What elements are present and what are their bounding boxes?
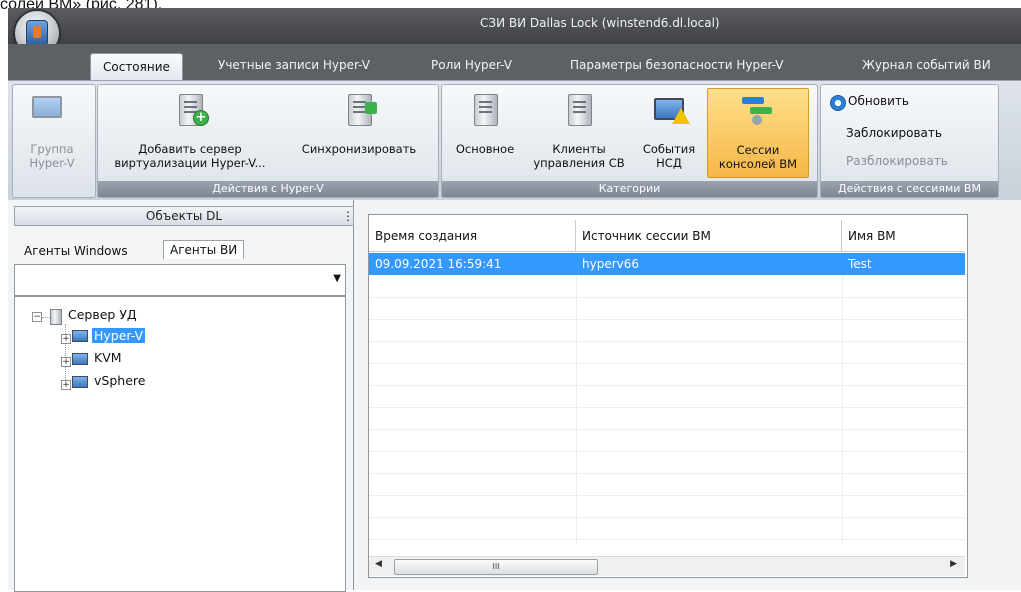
column-header-source[interactable]: Источник сессии ВМ	[576, 220, 842, 252]
empty-row	[369, 275, 965, 298]
category-sessions-button[interactable]: Сессии консолей ВМ	[707, 88, 809, 178]
dallas-lock-logo-icon	[26, 20, 48, 46]
expand-icon[interactable]: +	[61, 334, 71, 344]
empty-row	[369, 451, 965, 474]
column-header-time[interactable]: Время создания	[369, 220, 576, 252]
refresh-icon	[830, 95, 846, 111]
empty-row	[369, 517, 965, 540]
empty-row	[369, 473, 965, 496]
server-icon	[50, 309, 62, 325]
scroll-right-icon[interactable]: ▶	[950, 559, 957, 569]
group-hyperv-label-1: Группа	[30, 142, 74, 156]
vm-group-icon	[72, 353, 88, 365]
chevron-down-icon[interactable]: ▼	[333, 273, 341, 284]
category-sessions-label-2: консолей ВМ	[718, 157, 798, 171]
column-header-vm-name[interactable]: Имя ВМ	[842, 220, 965, 252]
group-hyperv-label-2: Hyper-V	[29, 156, 75, 170]
subtab-vi-agents[interactable]: Агенты ВИ	[163, 240, 245, 259]
group-label-hyperv-actions: Действия с Hyper-V	[98, 181, 438, 197]
refresh-button[interactable]: Обновить	[830, 94, 990, 114]
lock-button[interactable]: Заблокировать	[846, 126, 942, 140]
collapse-icon[interactable]: −	[32, 312, 42, 322]
group-hyperv-button[interactable]: Группа Hyper-V	[16, 88, 88, 176]
filter-combobox[interactable]: ▼	[14, 264, 346, 296]
monitor-group-icon	[32, 96, 62, 118]
cell-vm-name: Test	[848, 257, 872, 271]
scroll-thumb[interactable]: III	[394, 559, 598, 575]
tab-hyperv-roles[interactable]: Роли Hyper-V	[431, 58, 512, 72]
empty-row	[369, 385, 965, 408]
tab-hyperv-accounts[interactable]: Учетные записи Hyper-V	[218, 58, 370, 72]
expand-icon[interactable]: +	[61, 357, 71, 367]
tab-event-log[interactable]: Журнал событий ВИ	[862, 58, 991, 72]
sync-label: Синхронизировать	[301, 142, 417, 156]
add-server-label-2: виртуализации Hyper-V...	[114, 156, 266, 170]
vm-group-icon	[72, 376, 88, 388]
scroll-left-icon[interactable]: ◀	[375, 559, 382, 569]
category-events-label-2: НСД	[656, 156, 682, 170]
category-clients-label-1: Клиенты	[552, 142, 606, 156]
tree-item-server[interactable]: Сервер УД	[68, 307, 137, 322]
unlock-button[interactable]: Разблокировать	[846, 154, 948, 168]
server-gear-icon	[474, 94, 498, 126]
empty-row	[369, 297, 965, 320]
cell-source: hyperv66	[582, 257, 640, 271]
horizontal-scrollbar[interactable]: ◀ III ▶	[369, 556, 965, 576]
sync-button[interactable]: Синхронизировать	[285, 88, 433, 176]
expand-icon[interactable]: +	[61, 380, 71, 390]
plus-badge-icon: +	[193, 110, 209, 126]
tab-state[interactable]: Состояние	[90, 53, 183, 81]
server-client-icon	[568, 94, 592, 126]
empty-row	[369, 341, 965, 364]
panel-header: Объекты DL	[14, 206, 354, 226]
category-events-button[interactable]: События НСД	[634, 88, 704, 176]
tree-connector	[42, 317, 50, 318]
empty-row	[369, 319, 965, 342]
tree-item-vsphere[interactable]: vSphere	[94, 373, 145, 388]
category-clients-label-2: управления СВ	[533, 156, 625, 170]
cell-time: 09.09.2021 16:59:41	[375, 257, 502, 271]
group-label-categories: Категории	[442, 181, 817, 197]
subtab-windows-agents[interactable]: Агенты Windows	[24, 244, 128, 258]
add-server-button[interactable]: + Добавить сервер виртуализации Hyper-V.…	[100, 88, 280, 176]
tree-item-kvm[interactable]: KVM	[94, 350, 122, 365]
empty-row	[369, 363, 965, 386]
tree-item-hyperv[interactable]: Hyper-V	[92, 328, 146, 343]
category-clients-button[interactable]: Клиенты управления СВ	[527, 88, 631, 176]
empty-row	[369, 407, 965, 430]
category-sessions-label-1: Сессии	[736, 143, 780, 157]
sessions-icon	[740, 95, 774, 127]
tab-hyperv-security[interactable]: Параметры безопасности Hyper-V	[570, 58, 784, 72]
category-events-label-1: События	[642, 142, 696, 156]
warning-icon	[672, 108, 690, 124]
empty-row	[369, 429, 965, 452]
vm-group-icon	[72, 330, 88, 342]
group-label-session-actions: Действия с сессиями ВМ	[821, 181, 998, 197]
category-basic-button[interactable]: Основное	[444, 88, 526, 176]
window-title: СЗИ ВИ Dallas Lock (winstend6.dl.local)	[480, 16, 720, 30]
add-server-label-1: Добавить сервер	[138, 142, 242, 156]
panel-menu-grip[interactable]: ⋮	[342, 209, 354, 223]
category-basic-label: Основное	[455, 142, 515, 156]
empty-row	[369, 495, 965, 518]
sync-arrow-icon	[365, 102, 377, 114]
refresh-label: Обновить	[848, 94, 909, 108]
